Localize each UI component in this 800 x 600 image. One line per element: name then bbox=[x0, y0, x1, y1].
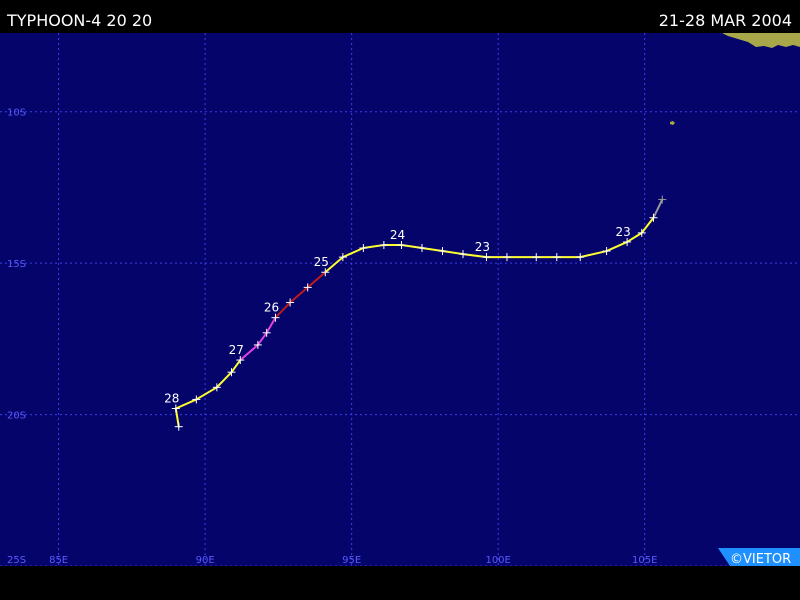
lon-label: 100E bbox=[485, 555, 510, 566]
storm-track-map: 10S 15S 20S 25S 85E 90E 95E 100E 105E 23 23 24 25 26… bbox=[0, 33, 800, 567]
copyright-text: ©VIETOR bbox=[730, 552, 791, 566]
day-label: 27 bbox=[229, 343, 244, 357]
lat-label: 25S bbox=[7, 555, 26, 566]
lat-label: 10S bbox=[7, 108, 26, 119]
day-label: 24 bbox=[390, 228, 405, 242]
title-bar: TYPHOON-4 20 20 21-28 MAR 2004 bbox=[0, 0, 800, 33]
map-frame: 10S 15S 20S 25S 85E 90E 95E 100E 105E 23 23 24 25 26… bbox=[0, 33, 800, 567]
lon-label: 90E bbox=[196, 555, 215, 566]
date-range-title: 21-28 MAR 2004 bbox=[658, 11, 792, 30]
lon-label: 105E bbox=[632, 555, 657, 566]
ocean-background bbox=[0, 33, 800, 566]
lat-label: 20S bbox=[7, 411, 26, 422]
copyright-badge: ©VIETOR bbox=[718, 548, 800, 567]
day-label: 28 bbox=[164, 392, 179, 406]
day-label: 23 bbox=[615, 225, 630, 239]
storm-name-title: TYPHOON-4 20 20 bbox=[7, 11, 153, 30]
day-label: 25 bbox=[314, 255, 329, 269]
day-label: 23 bbox=[475, 240, 490, 254]
day-label: 26 bbox=[264, 301, 279, 315]
bottom-bar bbox=[0, 566, 800, 600]
lon-label: 85E bbox=[49, 555, 68, 566]
lat-label: 15S bbox=[7, 259, 26, 270]
lon-label: 95E bbox=[342, 555, 361, 566]
